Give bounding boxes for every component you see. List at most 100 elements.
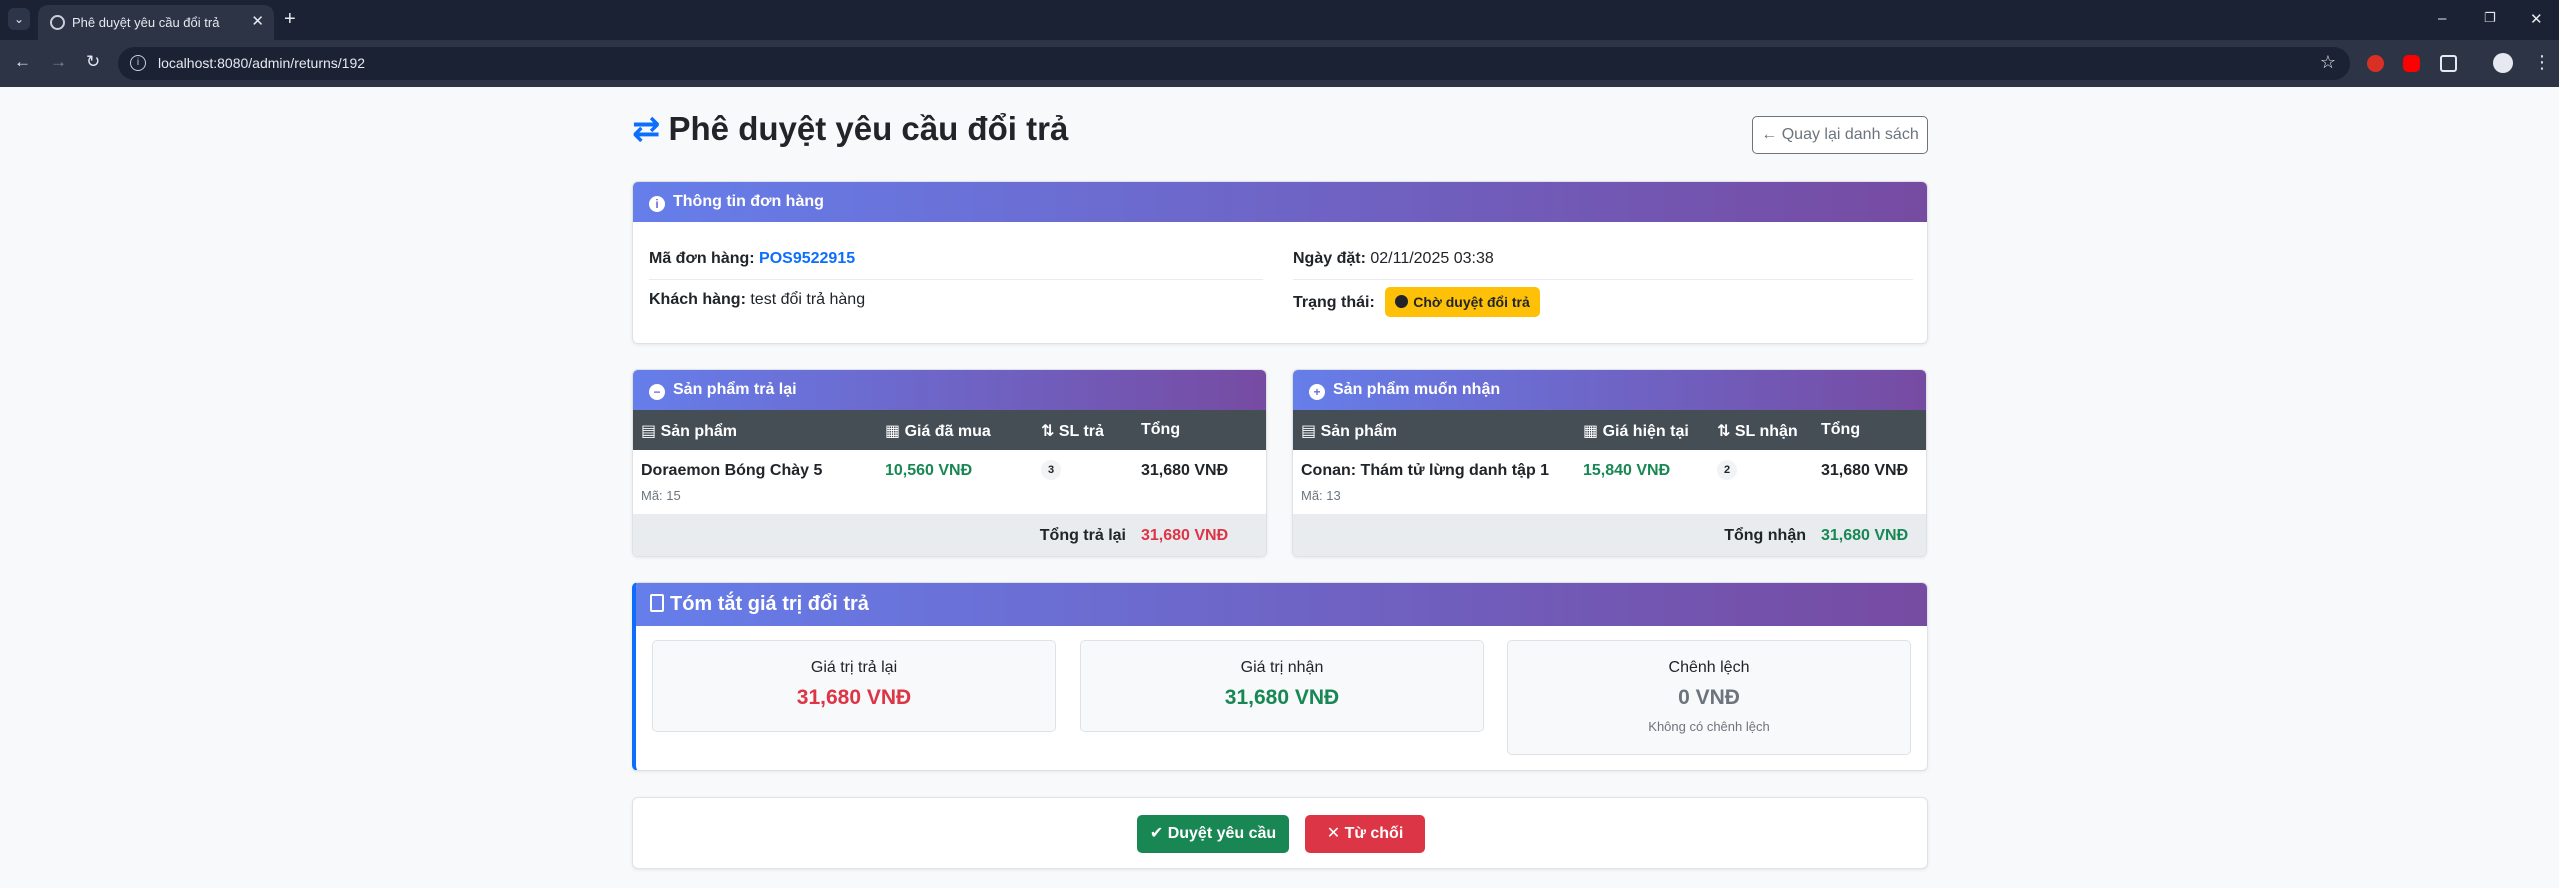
profile-avatar[interactable] xyxy=(2493,53,2513,73)
info-circle-icon: i xyxy=(649,196,665,212)
received-table-footer: Tổng nhận 31,680 VNĐ xyxy=(1293,514,1926,556)
order-info-title: Thông tin đơn hàng xyxy=(673,193,824,210)
col-price: ▦ Giá đã mua xyxy=(885,423,991,440)
returned-products-header: − Sản phẩm trả lại xyxy=(633,370,1266,410)
tab-title: Phê duyệt yêu cầu đổi trả xyxy=(72,15,220,30)
exchange-summary-header: Tóm tắt giá trị đổi trả xyxy=(636,583,1927,626)
exchange-arrows-icon: ⇄ xyxy=(632,110,661,148)
order-date-label: Ngày đặt: xyxy=(1293,250,1366,267)
return-value-box: Giá trị trả lại 31,680 VNĐ xyxy=(652,640,1056,732)
product-name: Conan: Thám tử lừng danh tập 1 xyxy=(1301,462,1550,479)
difference-box: Chênh lệch 0 VNĐ Không có chênh lệch xyxy=(1507,640,1911,755)
product-price: 15,840 VNĐ xyxy=(1583,462,1671,479)
close-window-icon[interactable]: ✕ xyxy=(2530,10,2543,28)
clock-icon xyxy=(1395,295,1409,308)
col-total: Tổng xyxy=(1821,421,1861,438)
forward-arrow-icon[interactable]: → xyxy=(50,52,67,72)
order-date-value: 02/11/2025 03:38 xyxy=(1370,250,1494,267)
exchange-summary-card: Tóm tắt giá trị đổi trả Giá trị trả lại … xyxy=(632,582,1928,771)
returned-products-title: Sản phẩm trả lại xyxy=(673,381,797,398)
browser-tab-strip: ⌄ Phê duyệt yêu cầu đổi trả ✕ + – ❐ ✕ xyxy=(0,0,2559,40)
col-total: Tổng xyxy=(1141,421,1181,438)
order-date-row: Ngày đặt: 02/11/2025 03:38 xyxy=(1293,250,1494,268)
receive-total-value: 31,680 VNĐ xyxy=(1821,527,1909,544)
minimize-icon[interactable]: – xyxy=(2438,10,2446,27)
product-code: Mã: 13 xyxy=(1301,488,1341,503)
order-info-header: i Thông tin đơn hàng xyxy=(633,182,1927,222)
order-code-row: Mã đơn hàng: POS9522915 xyxy=(649,250,855,268)
site-info-icon[interactable]: i xyxy=(130,55,146,71)
status-text: Chờ duyệt đổi trả xyxy=(1413,294,1530,310)
reject-button[interactable]: ✕ Từ chối xyxy=(1305,815,1425,853)
product-qty-cell: 2 xyxy=(1717,460,1737,480)
difference-amount: 0 VNĐ xyxy=(1678,686,1740,709)
customer-row: Khách hàng: test đổi trả hàng xyxy=(649,291,865,309)
bookmark-star-icon[interactable]: ☆ xyxy=(2320,52,2336,73)
returned-table-footer: Tổng trả lại 31,680 VNĐ xyxy=(633,514,1266,556)
x-icon: ✕ xyxy=(1326,825,1341,842)
returned-table-header: ▤ Sản phẩm ▦ Giá đã mua ⇅ SL trả Tổng xyxy=(633,410,1266,450)
extension-block-icon[interactable] xyxy=(2367,55,2384,72)
col-qty: ⇅ SL trả xyxy=(1041,423,1104,440)
arrow-left-icon: ← xyxy=(1761,126,1778,143)
back-to-list-label: Quay lại danh sách xyxy=(1781,126,1919,143)
qty-badge: 2 xyxy=(1717,460,1737,480)
receive-value-box: Giá trị nhận 31,680 VNĐ xyxy=(1080,640,1484,732)
browser-toolbar: ← → ↻ i localhost:8080/admin/returns/192… xyxy=(0,40,2559,87)
reload-icon[interactable]: ↻ xyxy=(86,52,100,72)
approve-button[interactable]: ✔ Duyệt yêu cầu xyxy=(1137,815,1289,853)
return-total-label: Tổng trả lại xyxy=(1039,527,1126,544)
order-code-label: Mã đơn hàng: xyxy=(649,250,755,267)
actions-card: ✔ Duyệt yêu cầu ✕ Từ chối xyxy=(632,797,1928,869)
customer-value: test đổi trả hàng xyxy=(750,291,866,308)
col-product: ▤ Sản phẩm xyxy=(641,423,738,440)
return-value-amount: 31,680 VNĐ xyxy=(796,686,912,709)
col-price: ▦ Giá hiện tại xyxy=(1583,423,1689,440)
return-total-value: 31,680 VNĐ xyxy=(1141,527,1229,544)
close-tab-icon[interactable]: ✕ xyxy=(251,12,264,30)
exchange-summary-title: Tóm tắt giá trị đổi trả xyxy=(670,593,869,615)
browser-menu-icon[interactable]: ⋮ xyxy=(2533,52,2551,72)
extension-youtube-icon[interactable] xyxy=(2403,55,2420,72)
page-body: ⇄ Phê duyệt yêu cầu đổi trả ← Quay lại da… xyxy=(0,87,2559,888)
browser-tab[interactable]: Phê duyệt yêu cầu đổi trả ✕ xyxy=(38,5,274,40)
url-text[interactable]: localhost:8080/admin/returns/192 xyxy=(158,55,365,71)
receive-value-amount: 31,680 VNĐ xyxy=(1224,686,1340,709)
restore-icon[interactable]: ❐ xyxy=(2484,10,2496,26)
status-row: Trạng thái: Chờ duyệt đổi trả xyxy=(1293,287,1540,318)
returned-products-card: − Sản phẩm trả lại ▤ Sản phẩm ▦ Giá đã mu… xyxy=(632,369,1267,557)
qty-badge: 3 xyxy=(1041,460,1061,480)
order-info-card: i Thông tin đơn hàng Mã đơn hàng: POS9522… xyxy=(632,181,1928,344)
divider xyxy=(649,279,1263,280)
calculator-icon xyxy=(650,594,664,612)
received-products-title: Sản phẩm muốn nhận xyxy=(1333,381,1501,398)
divider xyxy=(1293,279,1913,280)
check-icon: ✔ xyxy=(1149,825,1164,842)
minus-circle-icon: − xyxy=(649,384,665,400)
extensions-puzzle-icon[interactable] xyxy=(2440,55,2457,72)
receive-total-label: Tổng nhận xyxy=(1724,527,1806,544)
address-bar[interactable]: i localhost:8080/admin/returns/192 ☆ xyxy=(118,47,2350,80)
product-price: 10,560 VNĐ xyxy=(885,462,973,479)
tab-search-chevron-icon[interactable]: ⌄ xyxy=(8,8,30,30)
reject-label: Từ chối xyxy=(1344,825,1404,842)
customer-label: Khách hàng: xyxy=(649,291,746,308)
status-badge: Chờ duyệt đổi trả xyxy=(1385,287,1540,317)
order-code-link[interactable]: POS9522915 xyxy=(759,250,855,267)
approve-label: Duyệt yêu cầu xyxy=(1167,825,1277,842)
received-products-card: + Sản phẩm muốn nhận ▤ Sản phẩm ▦ Giá hiệ… xyxy=(1292,369,1927,557)
difference-label: Chênh lệch xyxy=(1668,659,1750,676)
product-total: 31,680 VNĐ xyxy=(1821,462,1909,479)
difference-note: Không có chênh lệch xyxy=(1648,719,1770,734)
received-table-header: ▤ Sản phẩm ▦ Giá hiện tại ⇅ SL nhận Tổng xyxy=(1293,410,1926,450)
receive-value-label: Giá trị nhận xyxy=(1240,659,1324,676)
back-arrow-icon[interactable]: ← xyxy=(14,52,31,72)
product-code: Mã: 15 xyxy=(641,488,681,503)
received-products-header: + Sản phẩm muốn nhận xyxy=(1293,370,1926,410)
globe-icon xyxy=(50,15,65,30)
new-tab-icon[interactable]: + xyxy=(284,8,296,30)
page-title-text: Phê duyệt yêu cầu đổi trả xyxy=(668,110,1069,147)
table-row: Doraemon Bóng Chày 5 Mã: 15 10,560 VNĐ 3… xyxy=(633,450,1266,514)
back-to-list-button[interactable]: ← Quay lại danh sách xyxy=(1752,116,1928,154)
col-qty: ⇅ SL nhận xyxy=(1717,423,1798,440)
